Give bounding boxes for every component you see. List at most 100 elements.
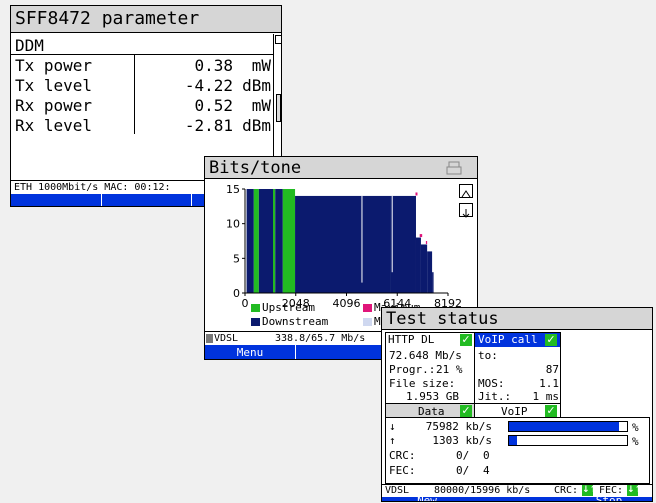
crc-value: 0/ bbox=[456, 449, 470, 462]
downstream-band bbox=[420, 244, 428, 293]
ddm-value: -2.81 bbox=[184, 116, 233, 135]
ddm-label: Tx power bbox=[15, 56, 93, 75]
downstream-rate: 75982 kb/s bbox=[425, 420, 492, 433]
upstream-bar-fill bbox=[509, 436, 518, 445]
y-tick-label: 15 bbox=[226, 183, 240, 196]
voip-label: VoIP call bbox=[478, 333, 538, 346]
rate-panel: ↓ 75982 kb/s % ↑ 1303 kb/s % CRC: 0/ 0 F… bbox=[385, 417, 650, 484]
ddm-heading: DDM bbox=[15, 36, 44, 55]
x-tick-label: 0 bbox=[242, 297, 249, 310]
scale-icon[interactable] bbox=[459, 203, 473, 218]
legend-upstream-swatch bbox=[251, 304, 260, 312]
zoom-icon[interactable] bbox=[459, 184, 473, 198]
softkey-divider bbox=[191, 194, 192, 206]
ddm-value: -4.22 bbox=[184, 76, 233, 95]
legend-maximum-swatch bbox=[363, 304, 372, 312]
data-ok-icon: ✓ bbox=[460, 404, 472, 417]
http-label: HTTP DL bbox=[388, 333, 435, 346]
downstream-band bbox=[258, 189, 274, 293]
y-tick-label: 5 bbox=[233, 252, 240, 265]
bits-status-mode: VDSL bbox=[214, 333, 239, 344]
ddm-label: Rx power bbox=[15, 96, 93, 115]
fec-label: FEC: bbox=[389, 464, 416, 477]
stop-button[interactable]: Stop bbox=[564, 494, 652, 501]
ddm-unit: dBm bbox=[242, 116, 271, 135]
downstream-pct: % bbox=[632, 421, 639, 434]
upstream-band bbox=[282, 189, 296, 293]
upstream-band bbox=[273, 189, 276, 293]
ddm-label: Rx level bbox=[15, 116, 93, 135]
downstream-band bbox=[432, 272, 434, 293]
downstream-bar bbox=[508, 421, 628, 432]
legend-min: M bbox=[374, 315, 381, 328]
scroll-up-icon[interactable] bbox=[275, 35, 281, 44]
to-label: to: bbox=[478, 349, 498, 362]
filesize-label: File size: bbox=[389, 377, 456, 390]
voip-ok-icon: ✓ bbox=[545, 333, 557, 346]
jitter-label: Jit.: bbox=[478, 390, 512, 403]
voip-header: VoIP call ✓ bbox=[475, 333, 560, 347]
fec-second-value: 4 bbox=[483, 464, 490, 477]
downstream-band bbox=[275, 189, 283, 293]
crc-second-value: 0 bbox=[483, 449, 490, 462]
http-ok-icon: ✓ bbox=[460, 333, 472, 346]
upstream-pct: % bbox=[632, 435, 639, 448]
status-indicator-icon bbox=[206, 334, 213, 343]
new-button[interactable]: New bbox=[382, 494, 472, 501]
softkey-divider bbox=[101, 194, 102, 206]
legend-min-swatch bbox=[363, 318, 372, 326]
x-tick-label: 4096 bbox=[333, 297, 361, 310]
test-title: Test status bbox=[386, 309, 499, 329]
upstream-band bbox=[253, 189, 259, 293]
downstream-gap bbox=[391, 195, 393, 273]
downstream-band bbox=[390, 195, 416, 293]
fec-value: 0/ bbox=[456, 464, 470, 477]
ddm-unit: mW bbox=[251, 56, 271, 75]
maximum-band bbox=[419, 234, 423, 238]
ddm-unit: mW bbox=[251, 96, 271, 115]
sff-status-text: ETH 1000Mbit/s MAC: 00:12: bbox=[14, 182, 171, 193]
to-value: 87 bbox=[545, 363, 559, 376]
downstream-arrow-icon: ↓ bbox=[389, 420, 396, 433]
ddm-label: Tx level bbox=[15, 76, 93, 95]
voip-panel: VoIP call ✓ to: MOS: Jit.: 87 1.1 1 ms bbox=[474, 332, 561, 404]
voip-tab-ok-icon: ✓ bbox=[545, 404, 557, 417]
menu-button[interactable]: Menu bbox=[205, 346, 295, 359]
downstream-band bbox=[246, 189, 254, 293]
downstream-band bbox=[415, 237, 421, 293]
upstream-bar bbox=[508, 435, 628, 446]
http-panel: HTTP DL ✓ 72.648 Mb/s Progr.: 21 % File … bbox=[385, 332, 475, 404]
downstream-bar-fill bbox=[509, 422, 619, 431]
legend-upstream: Upstream bbox=[262, 301, 315, 314]
ddm-divider bbox=[11, 54, 273, 55]
mos-label: MOS: bbox=[478, 377, 505, 390]
jitter-value: 1 ms bbox=[532, 390, 560, 403]
sff-title: SFF8472 parameter bbox=[15, 8, 200, 29]
ddm-value: 0.52 bbox=[194, 96, 233, 115]
downstream-band bbox=[427, 251, 433, 293]
y-tick-label: 10 bbox=[226, 218, 240, 231]
bits-titlebar: Bits/tone bbox=[205, 157, 477, 179]
upstream-rate: 1303 kb/s bbox=[432, 434, 492, 447]
bits-status-rate: 338.8/65.7 Mb/s bbox=[275, 333, 366, 344]
upstream-arrow-icon: ↑ bbox=[389, 434, 396, 447]
filesize-value: 1.953 GB bbox=[406, 390, 459, 403]
mos-value: 1.1 bbox=[539, 377, 559, 390]
crc-label: CRC: bbox=[389, 449, 416, 462]
maximum-band bbox=[425, 241, 428, 244]
test-softkey-bar: New Stop bbox=[382, 494, 652, 501]
http-rate: 72.648 Mb/s bbox=[389, 349, 462, 362]
sff-titlebar: SFF8472 parameter bbox=[11, 6, 281, 33]
progress-label: Progr.: bbox=[389, 363, 436, 376]
legend-downstream: Downstream bbox=[262, 315, 329, 328]
tab-voip[interactable]: VoIP ✓ bbox=[474, 403, 561, 418]
downstream-band bbox=[295, 195, 391, 293]
downstream-gap bbox=[361, 195, 363, 283]
legend-downstream-swatch bbox=[251, 318, 260, 326]
tab-data[interactable]: Data ✓ bbox=[385, 403, 475, 418]
maximum-band bbox=[415, 192, 418, 196]
http-header: HTTP DL ✓ bbox=[386, 333, 474, 347]
softkey-divider bbox=[295, 345, 296, 359]
bits-title: Bits/tone bbox=[209, 158, 302, 178]
scroll-thumb[interactable] bbox=[276, 94, 281, 122]
